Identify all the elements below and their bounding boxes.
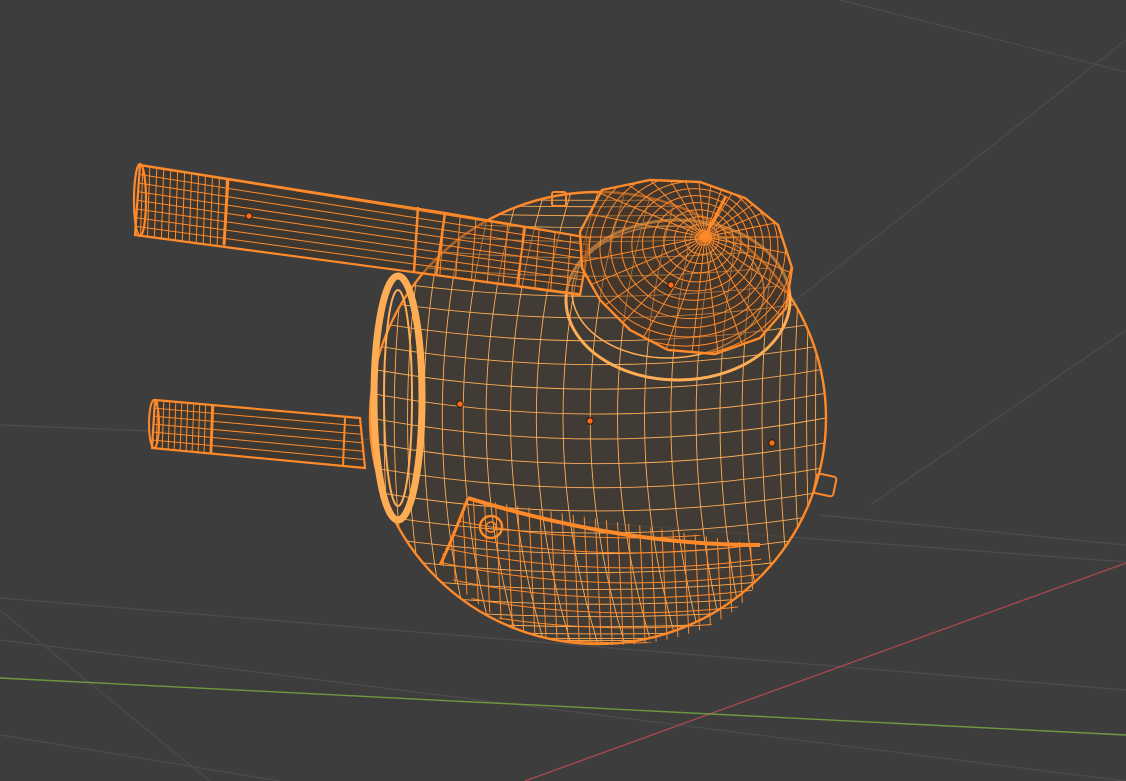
upper-barrel-mesh[interactable] [132,160,592,300]
y-axis-line [0,677,1126,736]
viewport-canvas[interactable] [0,0,1126,781]
3d-viewport[interactable]: sphere-body turret-cap upper-barrel lowe… [0,0,1126,781]
origin-point [245,212,253,220]
origin-point [456,400,464,408]
origin-point [768,439,776,447]
origin-point [667,281,675,289]
origin-point [586,417,594,425]
lower-barrel-mesh[interactable] [148,395,367,470]
